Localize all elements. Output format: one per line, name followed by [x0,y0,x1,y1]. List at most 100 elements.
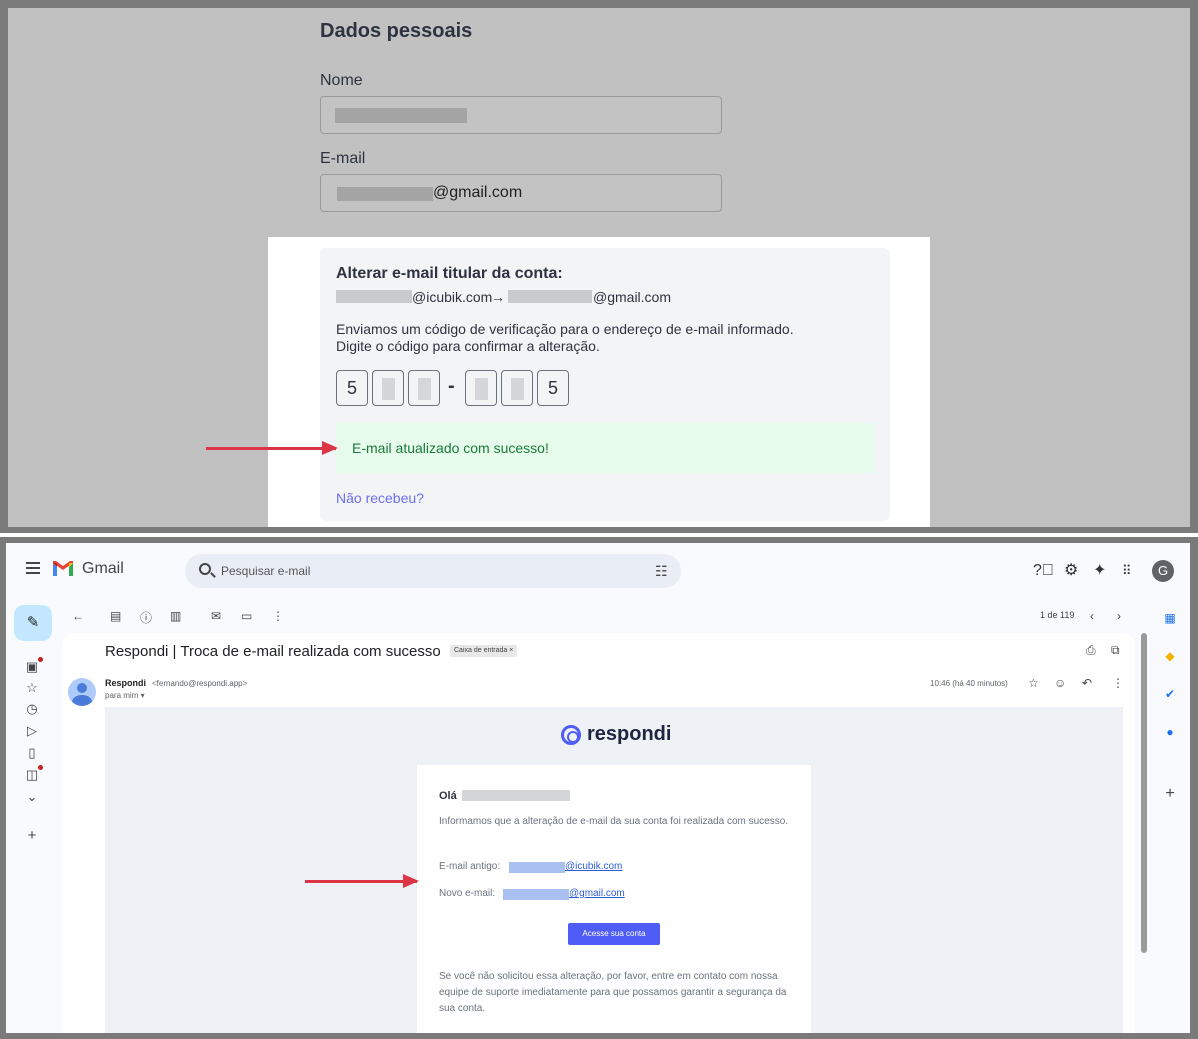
filter-icon[interactable]: ☷ [655,564,669,578]
gmail-window: Gmail ☷ ?⃝ ⚙ ✦ ⠿ G ✎ ▣ ☆ ◷ ▷ ▯ ◫ ⌄ + ← ▤… [0,537,1198,1039]
redacted-user-name [462,790,570,801]
greeting: Olá [439,790,457,802]
snoozed-icon[interactable]: ◷ [24,701,40,717]
search-input[interactable] [221,563,621,579]
more-vert-icon[interactable]: ⋮ [1112,676,1124,690]
verification-instruction: Digite o código para confirmar a alteraç… [336,338,600,354]
help-icon[interactable]: ?⃝ [1033,563,1054,579]
gemini-icon[interactable]: ✦ [1093,563,1106,579]
report-icon[interactable]: ⓘ [140,609,152,626]
plus-icon[interactable]: + [1152,785,1188,803]
more-vert-icon[interactable]: ⋮ [272,609,284,623]
plus-icon[interactable]: + [24,827,40,844]
scroll-thumb[interactable] [1141,633,1147,953]
contacts-icon[interactable]: ● [1152,725,1188,739]
annotation-arrow-top [206,441,338,455]
star-icon[interactable]: ☆ [1028,676,1039,690]
code-digit-5[interactable] [501,370,533,406]
redacted-digit [418,378,431,400]
email-domain-text: @gmail.com [433,184,523,201]
move-icon[interactable]: ▭ [241,609,252,623]
old-email-domain: @icubik.com [412,289,493,305]
code-digit-1[interactable]: 5 [336,370,368,406]
redacted-email [337,187,433,201]
email-content: respondi Olá Informamos que a alteração … [105,707,1123,1033]
redacted-new-email [503,889,569,900]
verification-code: 5 - 5 [336,370,576,407]
annotation-arrow-bottom [305,874,419,888]
purchases-icon[interactable]: ◫ [24,767,40,783]
code-digit-6[interactable]: 5 [537,370,569,406]
change-title: Alterar e-mail titular da conta: [336,265,563,282]
resend-code-link[interactable]: Não recebeu? [336,490,424,506]
drafts-icon[interactable]: ▯ [24,745,40,761]
account-avatar[interactable]: G [1152,560,1174,582]
sender-name: Respondi [105,678,147,688]
archive-icon[interactable]: ▤ [110,609,121,623]
email-change-box: Alterar e-mail titular da conta: @icubik… [320,248,890,521]
code-digit-2[interactable] [372,370,404,406]
star-icon[interactable]: ☆ [24,680,40,696]
new-email-domain: @gmail.com [593,289,672,305]
email-change-card: Alterar e-mail titular da conta: @icubik… [268,237,930,527]
page-count: 1 de 119 [1040,610,1075,620]
next-page-icon[interactable]: › [1117,609,1121,623]
inbox-icon[interactable]: ▣ [24,659,40,675]
respondi-logo: respondi [561,723,681,747]
back-arrow-icon[interactable]: ← [72,609,84,623]
open-new-window-icon[interactable]: ⧉ [1111,643,1120,658]
sender-email: <fernando@respondi.app> [152,679,248,688]
search-bar[interactable]: ☷ [185,554,681,588]
print-icon[interactable]: ⎙ [1086,643,1096,658]
compose-pencil-icon[interactable]: ✎ [14,605,52,641]
redacted-name [335,108,467,123]
emoji-icon[interactable]: ☺ [1054,676,1066,690]
code-separator: - [448,375,455,397]
change-summary: @icubik.com → @gmail.com [336,289,856,307]
apps-icon[interactable]: ⠿ [1122,563,1132,579]
calendar-icon[interactable]: ▦ [1152,611,1188,625]
name-field[interactable] [320,96,722,134]
left-nav-rail: ✎ ▣ ☆ ◷ ▷ ▯ ◫ ⌄ + [6,599,56,1033]
more-chevron-icon[interactable]: ⌄ [24,789,40,805]
verification-message: Enviamos um código de verificação para o… [336,321,794,337]
email-message-card: Olá Informamos que a alteração de e-mail… [417,765,811,1033]
sent-icon[interactable]: ▷ [24,723,40,739]
menu-icon[interactable] [26,562,40,574]
search-icon[interactable] [199,563,211,575]
respondi-logo-icon [561,725,581,745]
respondi-wordmark: respondi [587,723,672,745]
new-email-link[interactable]: @gmail.com [569,888,625,899]
redacted-digit [475,378,488,400]
info-text: Informamos que a alteração de e-mail da … [439,816,789,827]
redacted-old-email [509,862,565,873]
inbox-label-badge[interactable]: Caixa de entrada × [450,645,518,657]
delete-icon[interactable]: ▥ [170,609,181,623]
settings-icon[interactable]: ⚙ [1064,563,1078,579]
unread-dot [38,657,43,662]
redacted-digit [511,378,524,400]
success-alert: E-mail atualizado com sucesso! [336,423,874,473]
side-panel-rail: ▦ ◆ ✔ ● + [1152,599,1188,1033]
prev-page-icon[interactable]: ‹ [1090,609,1094,623]
account-settings-panel: Dados pessoais Nome E-mail @gmail.com Al… [0,0,1198,533]
unread-dot [38,765,43,770]
name-label: Nome [320,72,363,89]
mark-unread-icon[interactable]: ✉ [211,609,221,623]
sender-avatar [68,678,96,706]
redacted-old-email [336,290,412,303]
code-digit-4[interactable] [465,370,497,406]
mail-toolbar: ← ▤ ⓘ ▥ ✉ ▭ ⋮ 1 de 119 ‹ › [62,605,1138,629]
keep-icon[interactable]: ◆ [1152,649,1188,663]
scrollbar[interactable] [1139,633,1149,953]
email-field[interactable]: @gmail.com [320,174,722,212]
access-account-button[interactable]: Acesse sua conta [568,923,660,945]
page-title: Dados pessoais [320,20,473,42]
old-email-link[interactable]: @icubik.com [565,861,622,872]
recipient-line[interactable]: para mim ▾ [105,691,145,700]
reply-icon[interactable]: ↶ [1082,676,1092,690]
redacted-digit [382,378,395,400]
tasks-icon[interactable]: ✔ [1152,687,1188,701]
code-digit-3[interactable] [408,370,440,406]
email-view: Respondi | Troca de e-mail realizada com… [62,633,1135,1033]
